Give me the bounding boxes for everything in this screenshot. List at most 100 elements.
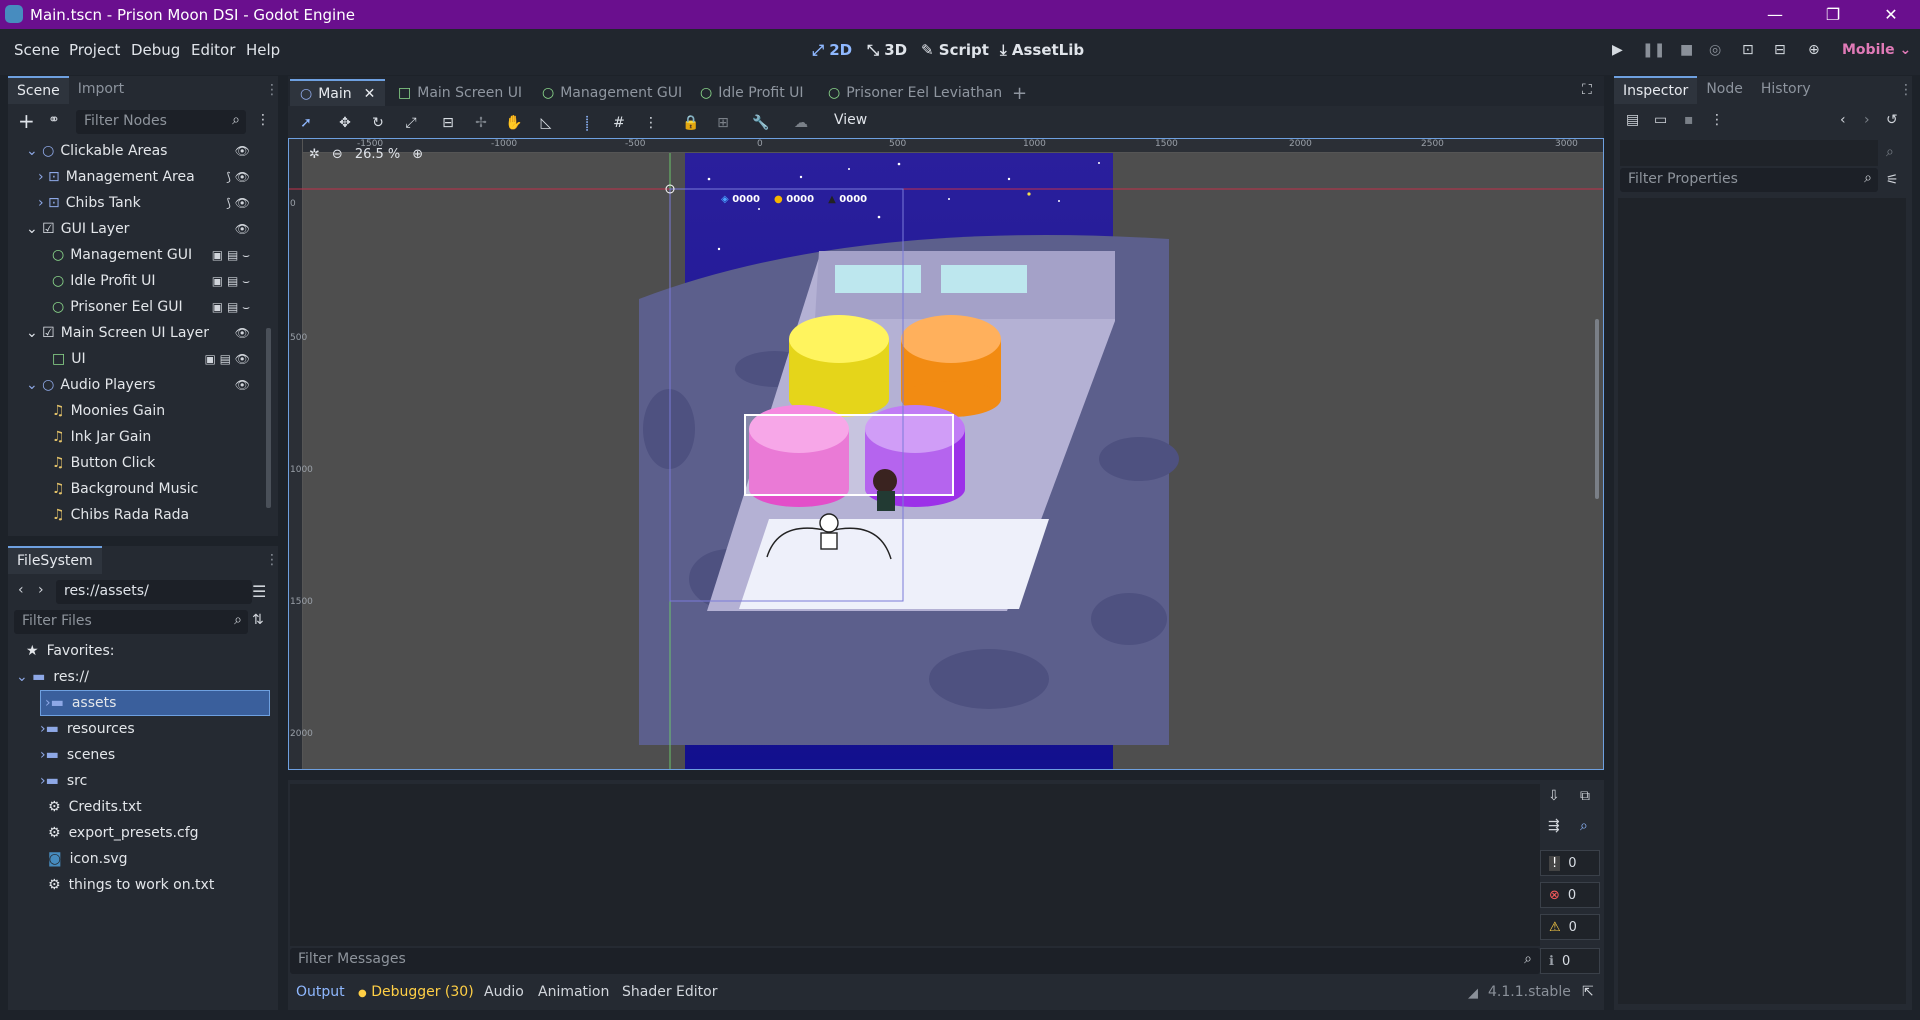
viewport-vscrollbar[interactable]	[1595, 319, 1599, 499]
favorites-row[interactable]: ★ Favorites:	[26, 638, 115, 664]
tree-node[interactable]: ⌄ ○ Clickable Areas 👁	[26, 138, 266, 164]
more-options-icon[interactable]: ⋮	[1710, 112, 1724, 128]
scene-script-visibility-icons[interactable]: ▣ ▤ ⌣	[212, 300, 250, 315]
cloud-icon[interactable]: ☁	[790, 112, 812, 134]
canvas-viewport[interactable]: -1500 -1000 -500 0 500 1000 1500 2000 25…	[288, 138, 1604, 770]
tab-audio[interactable]: Audio	[484, 984, 524, 1000]
tab-debugger[interactable]: ● Debugger (30)	[358, 984, 474, 1000]
back-icon[interactable]: ‹	[18, 582, 24, 598]
ruler-tool-icon[interactable]: ◺	[535, 112, 557, 134]
save-icon[interactable]: ▪	[1684, 112, 1694, 128]
workspace-assetlib-button[interactable]: ⤓ AssetLib	[1000, 41, 1084, 59]
tree-node[interactable]: ♫ Button Click	[52, 450, 266, 476]
open-folder-icon[interactable]: ▭	[1654, 112, 1667, 128]
dock-menu-icon[interactable]: ⋮	[1899, 82, 1913, 98]
menu-scene[interactable]: Scene	[14, 41, 60, 59]
editor-message-counter[interactable]: ℹ0	[1540, 948, 1600, 974]
tab-main-screen-ui[interactable]: □ Main Screen UI	[398, 79, 522, 107]
search-icon[interactable]: ⌕	[1580, 818, 1588, 834]
scene-options-icon[interactable]: ⋮	[256, 112, 270, 128]
history-back-icon[interactable]: ‹	[1840, 112, 1846, 128]
visibility-icon[interactable]: 👁	[235, 378, 250, 392]
object-selector[interactable]	[1620, 140, 1878, 166]
filter-properties-input[interactable]: Filter Properties ⌕	[1620, 168, 1878, 192]
scale-tool-icon[interactable]: ⤢	[400, 112, 422, 134]
object-search-icon[interactable]: ⌕	[1886, 144, 1894, 160]
close-button[interactable]: ✕	[1862, 0, 1920, 29]
visibility-icon[interactable]: 👁	[235, 222, 250, 236]
tree-node[interactable]: ⌄ ○ Audio Players 👁	[26, 372, 266, 398]
tab-output[interactable]: Output	[296, 984, 345, 1000]
history-icon[interactable]: ↺	[1886, 112, 1898, 128]
file-item-export-presets[interactable]: ⚙ export_presets.cfg	[48, 820, 199, 846]
close-tab-icon[interactable]: ✕	[364, 86, 376, 102]
maximize-button[interactable]: ❐	[1804, 0, 1862, 29]
tree-node[interactable]: ♫ Chibs Rada Rada	[52, 502, 266, 528]
tab-main[interactable]: ○ Main ✕	[290, 79, 386, 107]
list-select-icon[interactable]: ⊟	[437, 112, 459, 134]
smart-snap-icon[interactable]: ⸽	[576, 112, 598, 134]
select-tool-icon[interactable]: ➚	[295, 112, 317, 134]
tab-idle-profit-ui[interactable]: ○ Idle Profit UI	[700, 79, 804, 107]
filter-nodes-input[interactable]: Filter Nodes ⌕	[76, 110, 246, 134]
play-custom-scene-icon[interactable]: ⊟	[1774, 42, 1786, 58]
workspace-script-button[interactable]: ✎ Script	[921, 41, 989, 59]
tab-animation[interactable]: Animation	[538, 984, 609, 1000]
clear-output-icon[interactable]: ⇩	[1548, 788, 1560, 804]
add-node-icon[interactable]: +	[18, 109, 35, 133]
minimize-button[interactable]: —	[1746, 0, 1804, 29]
visibility-icon[interactable]: 👁	[235, 144, 250, 158]
remote-debug-icon[interactable]: ◎	[1709, 42, 1721, 58]
tab-prisoner-eel[interactable]: ○ Prisoner Eel Leviathan	[828, 79, 1002, 107]
file-item-assets[interactable]: ›▬ assets	[40, 690, 270, 716]
sort-icon[interactable]: ⇅	[252, 612, 264, 628]
visibility-icon[interactable]: 👁	[235, 326, 250, 340]
history-forward-icon[interactable]: ›	[1864, 112, 1870, 128]
file-item-icon-svg[interactable]: ◙ icon.svg	[48, 846, 128, 872]
pause-icon[interactable]: ❚❚	[1642, 42, 1665, 58]
stop-icon[interactable]: ■	[1680, 42, 1693, 58]
zoom-in-icon[interactable]: ⊕	[412, 147, 423, 162]
inspector-options-icon[interactable]: ⚟	[1886, 172, 1899, 188]
filter-messages-input[interactable]: Filter Messages ⌕	[290, 948, 1540, 974]
move-tool-icon[interactable]: ✥	[334, 112, 356, 134]
play-scene-icon[interactable]: ⊡	[1742, 42, 1754, 58]
tree-node[interactable]: ♫ Background Music	[52, 476, 266, 502]
file-item-resources[interactable]: ›▬ resources	[40, 716, 135, 742]
menu-debug[interactable]: Debug	[131, 41, 180, 59]
movie-maker-icon[interactable]: ⊕	[1808, 42, 1820, 58]
tree-node[interactable]: ⌄ ☑ GUI Layer 👁	[26, 216, 266, 242]
tree-node[interactable]: ♫ Moonies Gain	[52, 398, 266, 424]
pan-tool-icon[interactable]: ✋	[503, 112, 525, 134]
renderer-select[interactable]: Mobile ⌄	[1842, 42, 1911, 58]
copy-output-icon[interactable]: ⧉	[1580, 788, 1590, 804]
center-view-icon[interactable]: ✲	[309, 147, 320, 162]
menu-help[interactable]: Help	[246, 41, 280, 59]
link-icon[interactable]: ⚭	[48, 112, 60, 128]
rotate-tool-icon[interactable]: ↻	[367, 112, 389, 134]
tree-node[interactable]: □ UI ▣ ▤ 👁	[52, 346, 266, 372]
warning-counter[interactable]: ⚠ 0	[1540, 914, 1600, 940]
tab-import[interactable]: Import	[69, 76, 133, 104]
tab-history[interactable]: History	[1752, 76, 1820, 104]
split-mode-icon[interactable]: ☰	[252, 582, 266, 601]
dock-menu-icon[interactable]: ⋮	[265, 552, 279, 568]
tab-inspector[interactable]: Inspector	[1614, 76, 1698, 104]
tree-node[interactable]: ○ Idle Profit UI ▣ ▤ ⌣	[52, 268, 266, 294]
filter-files-input[interactable]: Filter Files ⌕	[14, 610, 248, 634]
file-item-todo[interactable]: ⚙ things to work on.txt	[48, 872, 214, 898]
workspace-3d-button[interactable]: ⤡ 3D	[867, 41, 907, 59]
tree-node[interactable]: ⌄ ☑ Main Screen UI Layer 👁	[26, 320, 266, 346]
scene-tree-scrollbar[interactable]	[266, 328, 271, 508]
signal-visibility-icons[interactable]: ⟆ 👁	[226, 170, 250, 184]
tree-node[interactable]: ♫ Ink Jar Gain	[52, 424, 266, 450]
tree-node[interactable]: ○ Prisoner Eel GUI ▣ ▤ ⌣	[52, 294, 266, 320]
expand-panel-icon[interactable]: ⇱	[1582, 984, 1594, 1000]
zoom-out-icon[interactable]: ⊖	[332, 147, 343, 162]
forward-icon[interactable]: ›	[38, 582, 44, 598]
play-icon[interactable]: ▶	[1612, 42, 1623, 58]
path-field[interactable]: res://assets/	[56, 580, 252, 604]
distraction-free-icon[interactable]: ⛶	[1582, 82, 1592, 98]
log-message-counter[interactable]: ! 0	[1540, 850, 1600, 876]
workspace-2d-button[interactable]: ⤢ 2D	[812, 41, 852, 59]
